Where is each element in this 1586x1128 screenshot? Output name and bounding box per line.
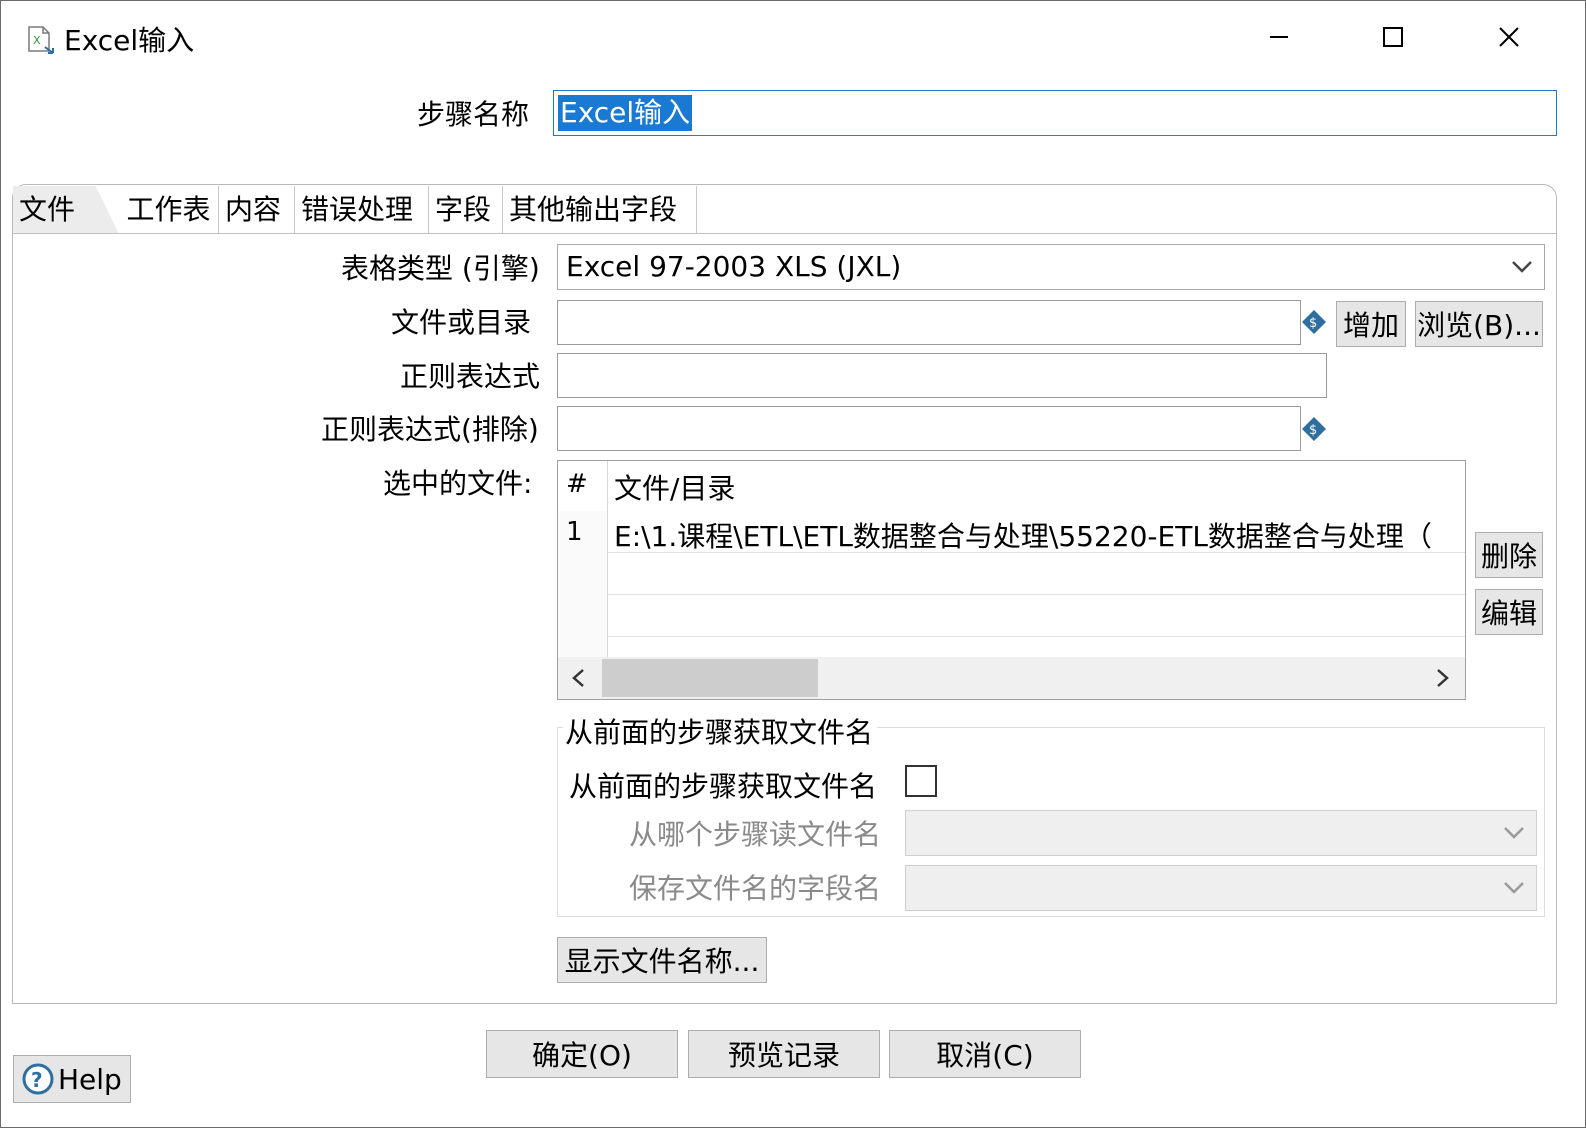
chevron-down-icon (1500, 245, 1544, 289)
table-row[interactable]: 1 E:\1.课程\ETL\ETL数据整合与处理\55220-ETL数据整合与处… (558, 511, 1465, 553)
tab-fields[interactable]: 字段 (429, 186, 503, 234)
chevron-right-icon[interactable] (1423, 657, 1463, 699)
maximize-button[interactable] (1363, 11, 1423, 63)
step-name-value: Excel输入 (558, 95, 693, 131)
row-number: 1 (558, 511, 608, 553)
spreadsheet-type-value: Excel 97-2003 XLS (JXL) (566, 250, 902, 283)
title-bar: X Excel输入 (1, 1, 1585, 73)
spreadsheet-type-select[interactable]: Excel 97-2003 XLS (JXL) (557, 244, 1545, 290)
field-name-label: 保存文件名的字段名 (629, 872, 882, 905)
help-label: Help (58, 1062, 122, 1096)
regex-exclude-input[interactable] (557, 406, 1301, 451)
chevron-left-icon[interactable] (558, 657, 598, 699)
row-number (558, 595, 608, 637)
regex-exclude-label: 正则表达式(排除) (321, 413, 539, 446)
horizontal-scrollbar[interactable] (558, 657, 1465, 699)
cancel-button[interactable]: 取消(C) (889, 1030, 1081, 1078)
row-file-path[interactable]: E:\1.课程\ETL\ETL数据整合与处理\55220-ETL数据整合与处理（ (614, 515, 1432, 555)
show-filenames-button[interactable]: 显示文件名称... (557, 937, 767, 983)
selected-files-table: # 文件/目录 1 E:\1.课程\ETL\ETL数据整合与处理\55220-E… (557, 460, 1466, 700)
window-title: Excel输入 (64, 24, 195, 57)
file-or-dir-label: 文件或目录 (391, 306, 532, 339)
close-button[interactable] (1479, 11, 1539, 63)
table-header-file[interactable]: 文件/目录 (614, 467, 735, 507)
delete-button[interactable]: 删除 (1475, 532, 1543, 578)
selected-files-label: 选中的文件: (383, 467, 533, 500)
step-to-read-label: 从哪个步骤读文件名 (629, 818, 882, 851)
minimize-icon (1270, 36, 1288, 38)
excel-input-icon: X (27, 25, 55, 55)
tab-sheets[interactable]: 工作表 (119, 186, 219, 234)
tab-error-handling[interactable]: 错误处理 (295, 186, 429, 234)
ok-button[interactable]: 确定(O) (486, 1030, 678, 1078)
table-row[interactable] (558, 553, 1465, 595)
scrollbar-thumb[interactable] (602, 659, 818, 697)
file-or-dir-input[interactable] (557, 300, 1301, 345)
close-icon (1499, 27, 1519, 47)
table-row[interactable] (558, 637, 1465, 657)
tab-divider (13, 233, 1556, 234)
chevron-down-icon (1492, 866, 1536, 910)
table-header-num[interactable]: # (558, 461, 608, 511)
variable-icon[interactable]: $ (1301, 416, 1327, 442)
variable-icon[interactable]: $ (1301, 309, 1327, 335)
regex-label: 正则表达式 (400, 360, 541, 393)
step-name-label: 步骤名称 (417, 98, 530, 131)
browse-button[interactable]: 浏览(B)... (1415, 301, 1543, 347)
tab-additional-fields[interactable]: 其他输出字段 (503, 186, 697, 234)
excel-input-dialog: X Excel输入 步骤名称 Excel输入 文件 工作表 内容 错误处理 字段… (0, 0, 1586, 1128)
table-row[interactable] (558, 595, 1465, 637)
maximize-icon (1383, 27, 1403, 47)
regex-input[interactable] (557, 353, 1327, 398)
step-to-read-select[interactable] (905, 810, 1537, 856)
svg-text:$: $ (1309, 316, 1317, 331)
row-number (558, 637, 608, 657)
row-number (558, 553, 608, 595)
preview-button[interactable]: 预览记录 (688, 1030, 880, 1078)
accept-filenames-group-title: 从前面的步骤获取文件名 (563, 711, 878, 751)
tab-content[interactable]: 内容 (219, 186, 295, 234)
chevron-down-icon (1492, 811, 1536, 855)
step-name-input[interactable]: Excel输入 (553, 90, 1557, 136)
accept-filenames-label: 从前面的步骤获取文件名 (569, 770, 878, 803)
svg-text:$: $ (1309, 423, 1317, 438)
spreadsheet-type-label: 表格类型 (引擎) (341, 252, 540, 285)
help-button[interactable]: ? Help (13, 1055, 131, 1103)
help-icon: ? (22, 1063, 54, 1095)
minimize-button[interactable] (1249, 11, 1309, 63)
edit-button[interactable]: 编辑 (1475, 589, 1543, 635)
add-button[interactable]: 增加 (1336, 301, 1406, 347)
accept-filenames-checkbox[interactable] (905, 765, 937, 797)
svg-text:X: X (33, 34, 41, 47)
svg-text:?: ? (31, 1068, 43, 1092)
field-name-select[interactable] (905, 865, 1537, 911)
